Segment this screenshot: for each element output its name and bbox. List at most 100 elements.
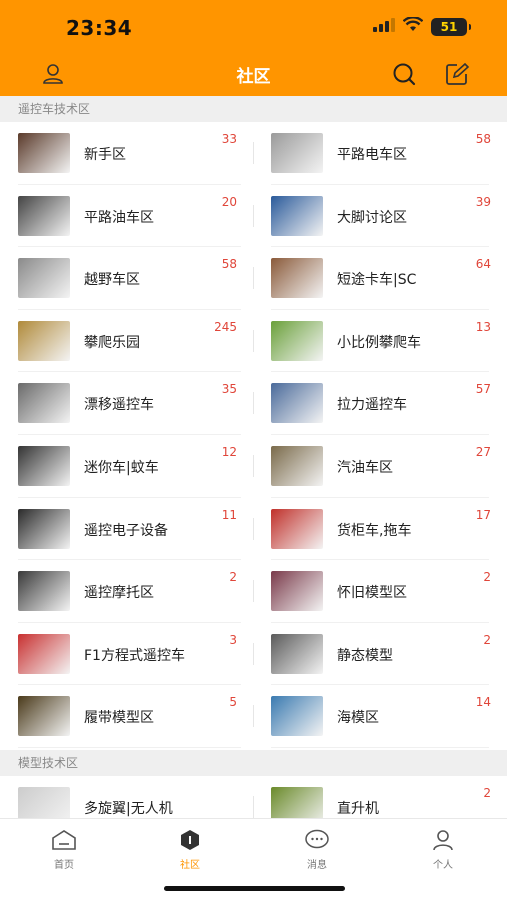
- board-thumbnail: [18, 508, 70, 549]
- top-bar: 23:34 51 社区: [0, 0, 507, 96]
- board-label: 平路电车区: [337, 147, 407, 163]
- signal-icon: [373, 17, 395, 36]
- board-thumbnail: [271, 571, 323, 612]
- home-icon: [50, 827, 78, 853]
- board-thumbnail: [271, 633, 323, 674]
- tab-home-label: 首页: [54, 860, 74, 871]
- board-post-count: 12: [221, 444, 237, 459]
- status-icons: 51: [373, 16, 471, 36]
- board-thumbnail: [18, 195, 70, 236]
- compose-icon[interactable]: [443, 60, 471, 88]
- board-post-count: 35: [221, 382, 237, 397]
- board-label: 静态模型: [337, 647, 393, 664]
- board-thumbnail: [271, 133, 323, 173]
- search-icon[interactable]: [390, 60, 418, 88]
- board-label: 新手区: [84, 147, 126, 163]
- board-thumbnail: [18, 633, 70, 674]
- board-thumbnail: [271, 445, 323, 486]
- forum-board-item[interactable]: 短途卡车|SC 64: [253, 247, 507, 310]
- board-post-count: 3: [229, 632, 237, 647]
- board-thumbnail: [271, 258, 323, 299]
- forum-board-item[interactable]: 攀爬乐园 245: [0, 310, 253, 373]
- forum-board-item[interactable]: 新手区 33: [0, 122, 253, 185]
- tab-messages-label: 消息: [307, 860, 327, 871]
- person-icon: [429, 827, 457, 853]
- board-label: 直升机: [337, 801, 379, 817]
- board-label: 汽油车区: [337, 459, 393, 476]
- board-post-count: 13: [475, 319, 491, 334]
- board-label: 迷你车|蚊车: [84, 459, 159, 476]
- forum-board-item[interactable]: 货柜车,拖车 17: [253, 498, 507, 561]
- board-thumbnail: [271, 195, 323, 236]
- community-icon: [176, 827, 204, 853]
- forum-board-item[interactable]: 遥控摩托区 2: [0, 560, 253, 623]
- board-post-count: 58: [475, 132, 491, 146]
- board-post-count: 2: [229, 570, 237, 585]
- board-post-count: 57: [475, 382, 491, 397]
- home-indicator: [164, 886, 345, 891]
- forum-board-item[interactable]: 海模区 14: [253, 685, 507, 748]
- board-thumbnail: [18, 133, 70, 173]
- forum-board-item[interactable]: 静态模型 2: [253, 623, 507, 686]
- board-post-count: 2: [483, 570, 491, 585]
- battery-icon: 51: [431, 17, 471, 36]
- board-post-count: 14: [475, 695, 491, 710]
- board-post-count: 64: [475, 257, 491, 272]
- board-label: 遥控摩托区: [84, 585, 154, 602]
- board-label: 遥控电子设备: [84, 522, 168, 539]
- board-label: 履带模型区: [84, 710, 154, 727]
- forum-board-item[interactable]: 迷你车|蚊车 12: [0, 435, 253, 498]
- board-thumbnail: [271, 383, 323, 424]
- board-label: 拉力遥控车: [337, 397, 407, 414]
- tab-home[interactable]: 首页: [24, 827, 104, 871]
- board-label: 货柜车,拖车: [337, 522, 412, 539]
- forum-board-item[interactable]: 履带模型区 5: [0, 685, 253, 748]
- board-thumbnail: [271, 320, 323, 361]
- forum-board-item[interactable]: 漂移遥控车 35: [0, 372, 253, 435]
- board-post-count: 20: [221, 194, 237, 209]
- board-thumbnail: [18, 571, 70, 612]
- section-header-rc-cars: 遥控车技术区: [0, 96, 507, 122]
- board-post-count: 58: [221, 257, 237, 272]
- board-thumbnail: [18, 696, 70, 737]
- forum-grid-rc-cars: 新手区 33 平路电车区 58 平路油车区 20 大脚讨论区 39 越野车区 58 短途卡车|SC 6…: [0, 122, 507, 748]
- board-label: 短途卡车|SC: [337, 272, 417, 289]
- board-label: 越野车区: [84, 272, 140, 289]
- forum-board-item[interactable]: 平路油车区 20: [0, 185, 253, 248]
- forum-board-item[interactable]: F1方程式遥控车 3: [0, 623, 253, 686]
- board-post-count: 245: [214, 319, 237, 334]
- board-post-count: 2: [483, 632, 491, 647]
- tab-profile-label: 个人: [433, 860, 453, 871]
- forum-board-item[interactable]: 大脚讨论区 39: [253, 185, 507, 248]
- forum-board-item[interactable]: 小比例攀爬车 13: [253, 310, 507, 373]
- message-icon: [303, 827, 331, 853]
- board-label: 海模区: [337, 710, 379, 727]
- wifi-icon: [402, 16, 424, 36]
- tab-messages[interactable]: 消息: [277, 827, 357, 871]
- tab-profile[interactable]: 个人: [403, 827, 483, 871]
- page-title: 社区: [236, 67, 271, 87]
- board-post-count: 11: [221, 507, 237, 522]
- board-label: F1方程式遥控车: [84, 647, 185, 664]
- section-header-models: 模型技术区: [0, 750, 507, 776]
- board-post-count: 27: [475, 444, 491, 459]
- board-thumbnail: [271, 696, 323, 737]
- forum-board-item[interactable]: 汽油车区 27: [253, 435, 507, 498]
- board-label: 大脚讨论区: [337, 209, 407, 226]
- tab-community[interactable]: 社区: [150, 827, 230, 871]
- board-thumbnail: [271, 508, 323, 549]
- board-label: 攀爬乐园: [84, 334, 140, 351]
- board-post-count: 39: [475, 194, 491, 209]
- tab-community-label: 社区: [180, 860, 200, 871]
- board-label: 漂移遥控车: [84, 397, 154, 414]
- forum-board-item[interactable]: 遥控电子设备 11: [0, 498, 253, 561]
- board-thumbnail: [18, 445, 70, 486]
- board-post-count: 5: [229, 695, 237, 710]
- board-label: 怀旧模型区: [337, 585, 407, 602]
- forum-board-item[interactable]: 越野车区 58: [0, 247, 253, 310]
- board-label: 小比例攀爬车: [337, 334, 421, 351]
- forum-board-item[interactable]: 拉力遥控车 57: [253, 372, 507, 435]
- board-thumbnail: [18, 320, 70, 361]
- forum-board-item[interactable]: 怀旧模型区 2: [253, 560, 507, 623]
- forum-board-item[interactable]: 平路电车区 58: [253, 122, 507, 185]
